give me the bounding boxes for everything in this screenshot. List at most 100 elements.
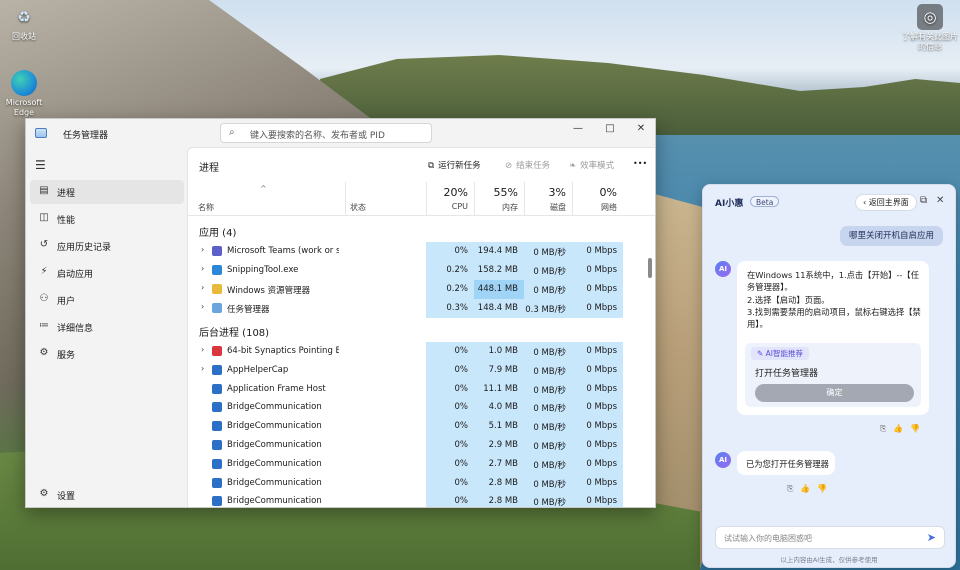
expand-chevron-icon[interactable]: › — [201, 345, 204, 354]
ai-assistant-panel: AI小惠 Beta ‹ 返回主界面 ⧉ ✕ 哪里关闭开机自启应用 AI 在Win… — [702, 184, 956, 568]
process-row[interactable]: BridgeCommunication 0% 2.8 MB 0 MB/秒 0 Mbps — [188, 492, 626, 507]
efficiency-mode-button[interactable]: ❧ 效率模式 — [569, 159, 614, 171]
process-row[interactable]: BridgeCommunication 0% 2.9 MB 0 MB/秒 0 Mbps — [188, 436, 626, 455]
process-row[interactable]: › 任务管理器 0.3% 148.4 MB 0.3 MB/秒 0 Mbps — [188, 299, 626, 318]
leaf-icon: ❧ — [569, 161, 577, 171]
chat-input[interactable]: 试试输入你的电脑困惑吧 ➤ — [715, 526, 945, 549]
process-network: 0 Mbps — [586, 265, 617, 275]
process-name: Microsoft Teams (work or s... — [227, 246, 339, 256]
process-disk: 0 MB/秒 — [533, 423, 566, 434]
process-row[interactable]: BridgeCommunication 0% 4.0 MB 0 MB/秒 0 Mbps — [188, 398, 626, 418]
sidebar-item-users[interactable]: ⚇ 用户 — [30, 288, 184, 312]
sidebar-item-label: 详细信息 — [57, 324, 94, 334]
expand-chevron-icon[interactable]: › — [201, 283, 204, 292]
process-cpu: 0% — [454, 364, 469, 375]
sidebar-item-performance[interactable]: ◫ 性能 — [30, 207, 184, 231]
process-icon — [212, 383, 222, 394]
close-button[interactable]: ✕ — [625, 119, 655, 141]
process-disk: 0 MB/秒 — [533, 366, 566, 377]
process-icon — [212, 440, 222, 450]
process-row[interactable]: BridgeCommunication 0% 2.7 MB 0 MB/秒 0 Mbps — [188, 454, 626, 474]
send-icon[interactable]: ➤ — [927, 531, 936, 544]
process-icon — [212, 496, 222, 507]
search-input[interactable]: ⌕ 键入要搜索的名称、发布者或 PID — [220, 123, 432, 143]
close-icon[interactable]: ✕ — [936, 195, 944, 206]
expand-chevron-icon[interactable]: › — [201, 245, 204, 254]
sidebar-item-label: 设置 — [57, 492, 76, 502]
column-network[interactable]: 0% 网络 — [572, 182, 623, 216]
sidebar-item-settings[interactable]: ⚙ 设置 — [30, 483, 184, 507]
window-switch-icon[interactable]: ⧉ — [920, 195, 927, 206]
sidebar-item-processes[interactable]: ▤ 进程 — [30, 180, 184, 204]
process-row[interactable]: › SnippingTool.exe 0.2% 158.2 MB 0 MB/秒 0 Mbp… — [188, 261, 626, 280]
title-bar[interactable]: 任务管理器 ⌕ 键入要搜索的名称、发布者或 PID — □ ✕ — [26, 119, 655, 147]
search-placeholder: 键入要搜索的名称、发布者或 PID — [250, 131, 385, 141]
assistant-avatar: AI — [715, 261, 731, 277]
maximize-button[interactable]: □ — [594, 119, 626, 141]
processes-pane: 进程 ⧉ 运行新任务 ⊘ 结束任务 ❧ 效率模式 ••• ^ 名称 状态 20% CP… — [187, 147, 655, 507]
process-name: 64-bit Synaptics Pointing E... — [227, 346, 339, 356]
process-name: BridgeCommunication — [227, 496, 322, 507]
sidebar-item-services[interactable]: ⚙ 服务 — [30, 342, 184, 366]
process-row[interactable]: › 64-bit Synaptics Pointing E... 0% 1.0 MB 0… — [188, 342, 626, 361]
efficiency-mode-label: 效率模式 — [580, 161, 615, 171]
column-name[interactable]: ^ 名称 — [188, 182, 345, 216]
more-options-button[interactable]: ••• — [633, 159, 647, 168]
process-row[interactable]: › AppHelperCap 0% 7.9 MB 0 MB/秒 0 Mbps — [188, 360, 626, 380]
process-network: 0 Mbps — [586, 421, 617, 432]
process-memory: 11.1 MB — [483, 383, 518, 394]
process-cpu: 0% — [454, 440, 469, 450]
run-task-icon: ⧉ — [428, 161, 435, 171]
process-icon — [212, 421, 222, 432]
back-to-main-button[interactable]: ‹ 返回主界面 — [855, 194, 917, 211]
reply-line: 3.找到需要禁用的启动项目，鼠标右键选择【禁用】。 — [747, 306, 921, 330]
process-disk: 0.3 MB/秒 — [525, 305, 566, 315]
minimize-button[interactable]: — — [562, 119, 594, 141]
reply-line: 在Windows 11系统中，1.点击【开始】--【任务管理器】。 — [747, 270, 919, 293]
sidebar-item-label: 性能 — [57, 216, 76, 226]
edge-shortcut[interactable]: Microsoft Edge — [0, 70, 48, 118]
feedback-icons-2[interactable]: ⎘👍👎 — [787, 484, 834, 494]
column-disk[interactable]: 3% 磁盘 — [524, 182, 572, 216]
user-message: 哪里关闭开机自启应用 — [839, 226, 943, 246]
column-cpu[interactable]: 20% CPU — [426, 182, 474, 216]
recycle-bin-shortcut[interactable]: ♻ 回收站 — [0, 4, 48, 42]
expand-chevron-icon[interactable]: › — [201, 302, 204, 311]
feedback-icons-1[interactable]: ⎘👍👎 — [880, 424, 927, 434]
process-name: BridgeCommunication — [227, 458, 322, 469]
expand-chevron-icon[interactable]: › — [201, 364, 204, 373]
process-row[interactable]: BridgeCommunication 0% 5.1 MB 0 MB/秒 0 Mbps — [188, 417, 626, 437]
process-cpu: 0% — [454, 458, 469, 469]
sidebar-item-details[interactable]: ≔ 详细信息 — [30, 315, 184, 339]
run-new-task-button[interactable]: ⧉ 运行新任务 — [428, 159, 481, 171]
process-name: BridgeCommunication — [227, 402, 322, 413]
process-row[interactable]: Application Frame Host 0% 11.1 MB 0 MB/秒 0 M… — [188, 379, 626, 399]
process-network: 0 Mbps — [586, 346, 617, 356]
process-memory: 194.4 MB — [477, 246, 518, 256]
chat-input-placeholder: 试试输入你的电脑困惑吧 — [724, 534, 812, 543]
column-status[interactable]: 状态 — [345, 182, 426, 216]
process-row[interactable]: › Microsoft Teams (work or s... 0% 194.4 MB… — [188, 242, 626, 261]
spotlight-info-shortcut[interactable]: ◎ 了解有关此图片的信息 — [902, 4, 958, 52]
column-memory[interactable]: 55% 内存 — [474, 182, 524, 216]
process-name: AppHelperCap — [227, 364, 289, 375]
recommendation-title: 打开任务管理器 — [755, 369, 819, 379]
end-task-button[interactable]: ⊘ 结束任务 — [505, 159, 550, 171]
process-cpu: 0% — [454, 421, 469, 432]
expand-chevron-icon[interactable]: › — [201, 264, 204, 273]
process-row[interactable]: BridgeCommunication 0% 2.8 MB 0 MB/秒 0 Mbps — [188, 473, 626, 493]
sidebar-item-app-history[interactable]: ↺ 应用历史记录 — [30, 234, 184, 258]
sidebar: ☰ ▤ 进程 ◫ 性能 ↺ 应用历史记录 ⚡ 启动应用 ⚇ 用户 ≔ 详细信息 … — [26, 147, 186, 507]
process-row[interactable]: › Windows 资源管理器 0.2% 448.1 MB 0 MB/秒 0 Mbps — [188, 280, 626, 299]
process-memory: 5.1 MB — [488, 421, 518, 432]
confirm-button[interactable]: 确定 — [755, 384, 914, 402]
scrollbar-thumb[interactable] — [648, 258, 652, 278]
column-name-label: 名称 — [198, 203, 214, 212]
hamburger-menu-icon[interactable]: ☰ — [35, 158, 46, 172]
column-disk-label: 磁盘 — [550, 203, 566, 212]
performance-icon: ◫ — [39, 212, 49, 223]
process-name: BridgeCommunication — [227, 440, 322, 450]
process-memory: 148.4 MB — [477, 303, 518, 313]
sidebar-item-startup-apps[interactable]: ⚡ 启动应用 — [30, 261, 184, 285]
assistant-header: AI小惠 Beta ‹ 返回主界面 ⧉ ✕ — [703, 185, 955, 219]
